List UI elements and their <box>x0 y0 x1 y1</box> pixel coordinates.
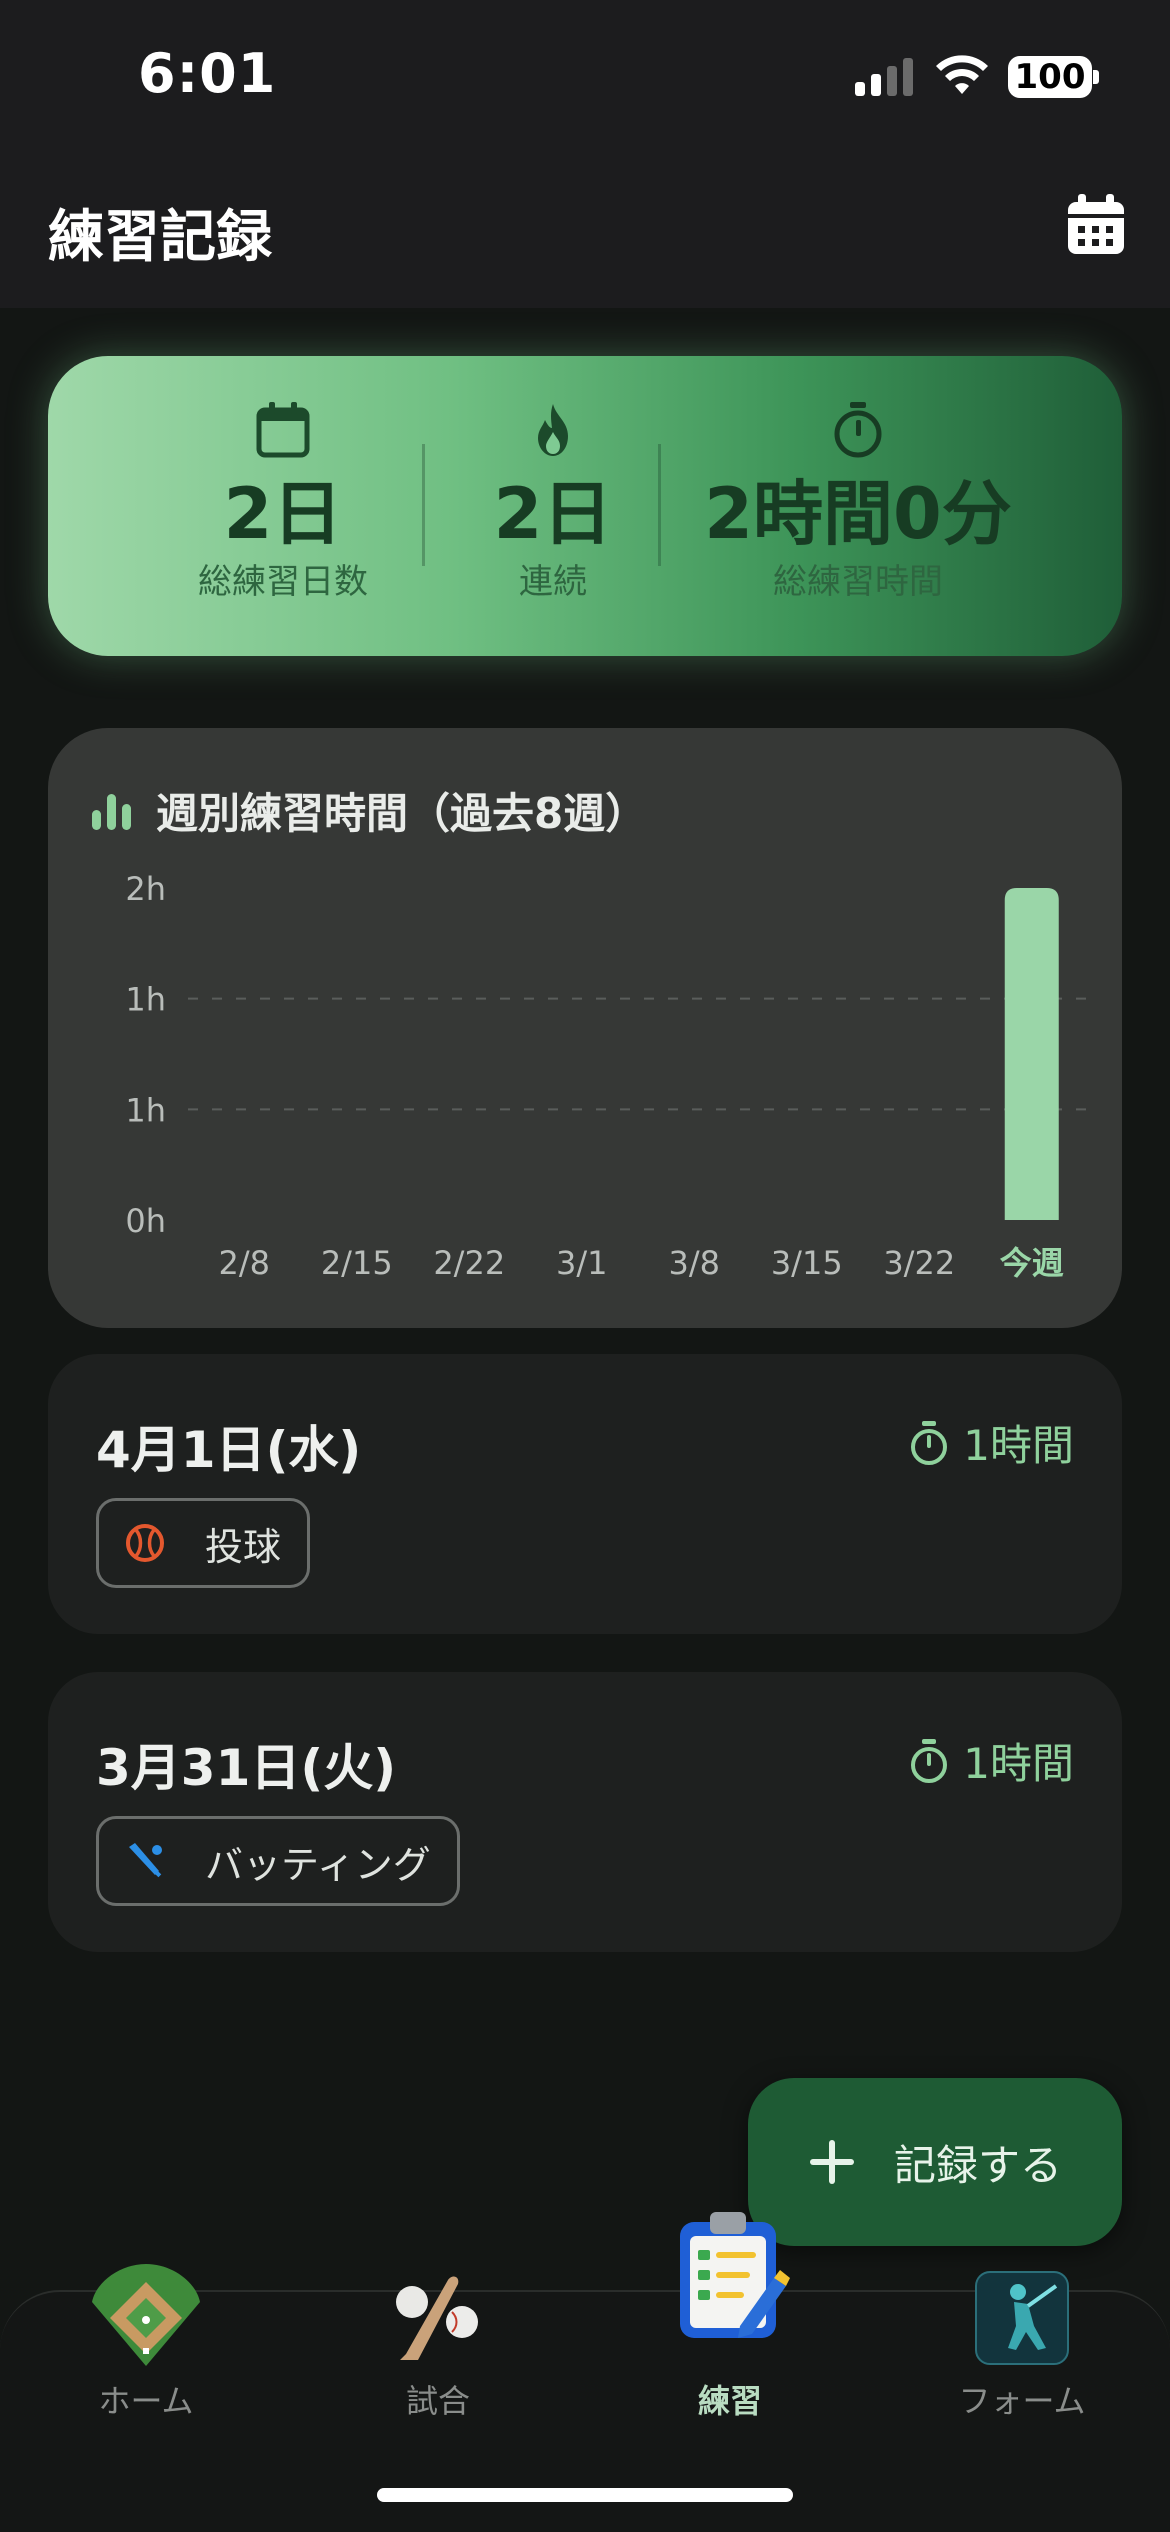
y-tick-label: 1h <box>125 1091 166 1129</box>
session-card[interactable]: 3月31日(火) 1時間 バッティング <box>48 1672 1122 1952</box>
plus-icon <box>810 2140 854 2184</box>
bat-icon <box>129 1843 162 1878</box>
stat-label: 総練習日数 <box>198 562 368 602</box>
clipboard-icon <box>680 2212 790 2338</box>
wifi-icon <box>936 55 988 94</box>
add-record-button[interactable]: 記録する <box>748 2078 1122 2246</box>
battery-nub <box>1093 70 1099 84</box>
tab-label: フォーム <box>958 2382 1086 2420</box>
divider <box>422 444 425 566</box>
x-tick-label: 今週 <box>1000 1244 1064 1282</box>
page-title: 練習記録 <box>48 205 272 270</box>
practice-tag-chip[interactable]: 投球 <box>96 1498 311 1588</box>
y-tick-label: 0h <box>125 1202 166 1240</box>
stopwatch-icon <box>911 1420 948 1465</box>
stat-label: 総練習時間 <box>773 562 943 602</box>
tab-label: 試合 <box>405 2382 470 2420</box>
weekly-bar-chart: 0h 1h 1h 2h 2/8 2/15 2/22 3/1 3/8 3/15 3/22 今週 <box>125 870 1088 1282</box>
x-tick-label: 2/15 <box>321 1244 393 1282</box>
battery-indicator: 100 <box>1008 56 1092 98</box>
x-tick-label: 3/22 <box>883 1244 955 1282</box>
stat-label: 連続 <box>519 562 587 602</box>
batter-silhouette-icon <box>975 2271 1069 2365</box>
baseball-icon <box>126 1524 164 1562</box>
stat-value: 2日 <box>493 473 613 555</box>
baseball-field-icon <box>92 2264 200 2366</box>
x-tick-label: 2/8 <box>219 1244 271 1282</box>
stat-value: 2時間0分 <box>704 473 1012 555</box>
bat-and-ball-icon <box>396 2276 478 2360</box>
session-duration: 1時間 <box>909 1730 1074 1791</box>
session-card[interactable]: 4月1日(水) 1時間 投球 <box>48 1354 1122 1634</box>
stat-value: 2日 <box>223 473 343 555</box>
chart-bar <box>1004 888 1059 1220</box>
tab-label: ホーム <box>98 2382 194 2420</box>
duration-text: 1時間 <box>963 1421 1074 1470</box>
practice-tag-chip[interactable]: バッティング <box>96 1816 460 1906</box>
tag-label: 投球 <box>205 1524 282 1569</box>
stat-total-time: 2時間0分 総練習時間 <box>688 356 1028 656</box>
x-tick-label: 3/1 <box>556 1244 608 1282</box>
tab-label: 練習 <box>697 2382 762 2420</box>
session-duration: 1時間 <box>909 1412 1074 1473</box>
stat-streak: 2日 連続 <box>448 356 658 656</box>
tab-home[interactable]: ホーム <box>0 2264 292 2452</box>
top-bar: 6:01 100 練習記録 <box>0 0 1170 308</box>
calendar-icon[interactable] <box>1068 194 1124 254</box>
duration-text: 1時間 <box>963 1739 1074 1788</box>
stopwatch-icon <box>911 1738 948 1783</box>
divider <box>658 444 661 566</box>
stat-total-days: 2日 総練習日数 <box>148 356 418 656</box>
tag-label: バッティング <box>205 1842 431 1887</box>
tab-practice[interactable]: 練習 <box>584 2212 876 2452</box>
home-indicator <box>377 2488 793 2502</box>
session-date: 3月31日(火) <box>96 1739 397 1797</box>
x-tick-label: 3/15 <box>771 1244 843 1282</box>
tab-form[interactable]: フォーム <box>876 2271 1168 2452</box>
summary-card: 2日 総練習日数 2日 連続 2時間0分 総練習時間 <box>48 356 1122 656</box>
session-date: 4月1日(水) <box>96 1421 362 1479</box>
cellular-signal-icon <box>855 58 913 96</box>
y-tick-label: 1h <box>125 981 166 1019</box>
calendar-icon <box>256 402 310 458</box>
x-tick-label: 2/22 <box>433 1244 505 1282</box>
flame-icon <box>538 404 568 456</box>
weekly-chart-card: 週別練習時間（過去8週） 0h 1h 1h 2h 2/8 2/15 2/22 3/1 3/8 3/… <box>48 728 1122 1328</box>
stopwatch-icon <box>834 402 882 458</box>
x-tick-label: 3/8 <box>669 1244 721 1282</box>
status-time: 6:01 <box>138 42 277 105</box>
add-record-label: 記録する <box>894 2140 1063 2190</box>
y-tick-label: 2h <box>125 870 166 908</box>
tab-games[interactable]: 試合 <box>292 2276 584 2452</box>
